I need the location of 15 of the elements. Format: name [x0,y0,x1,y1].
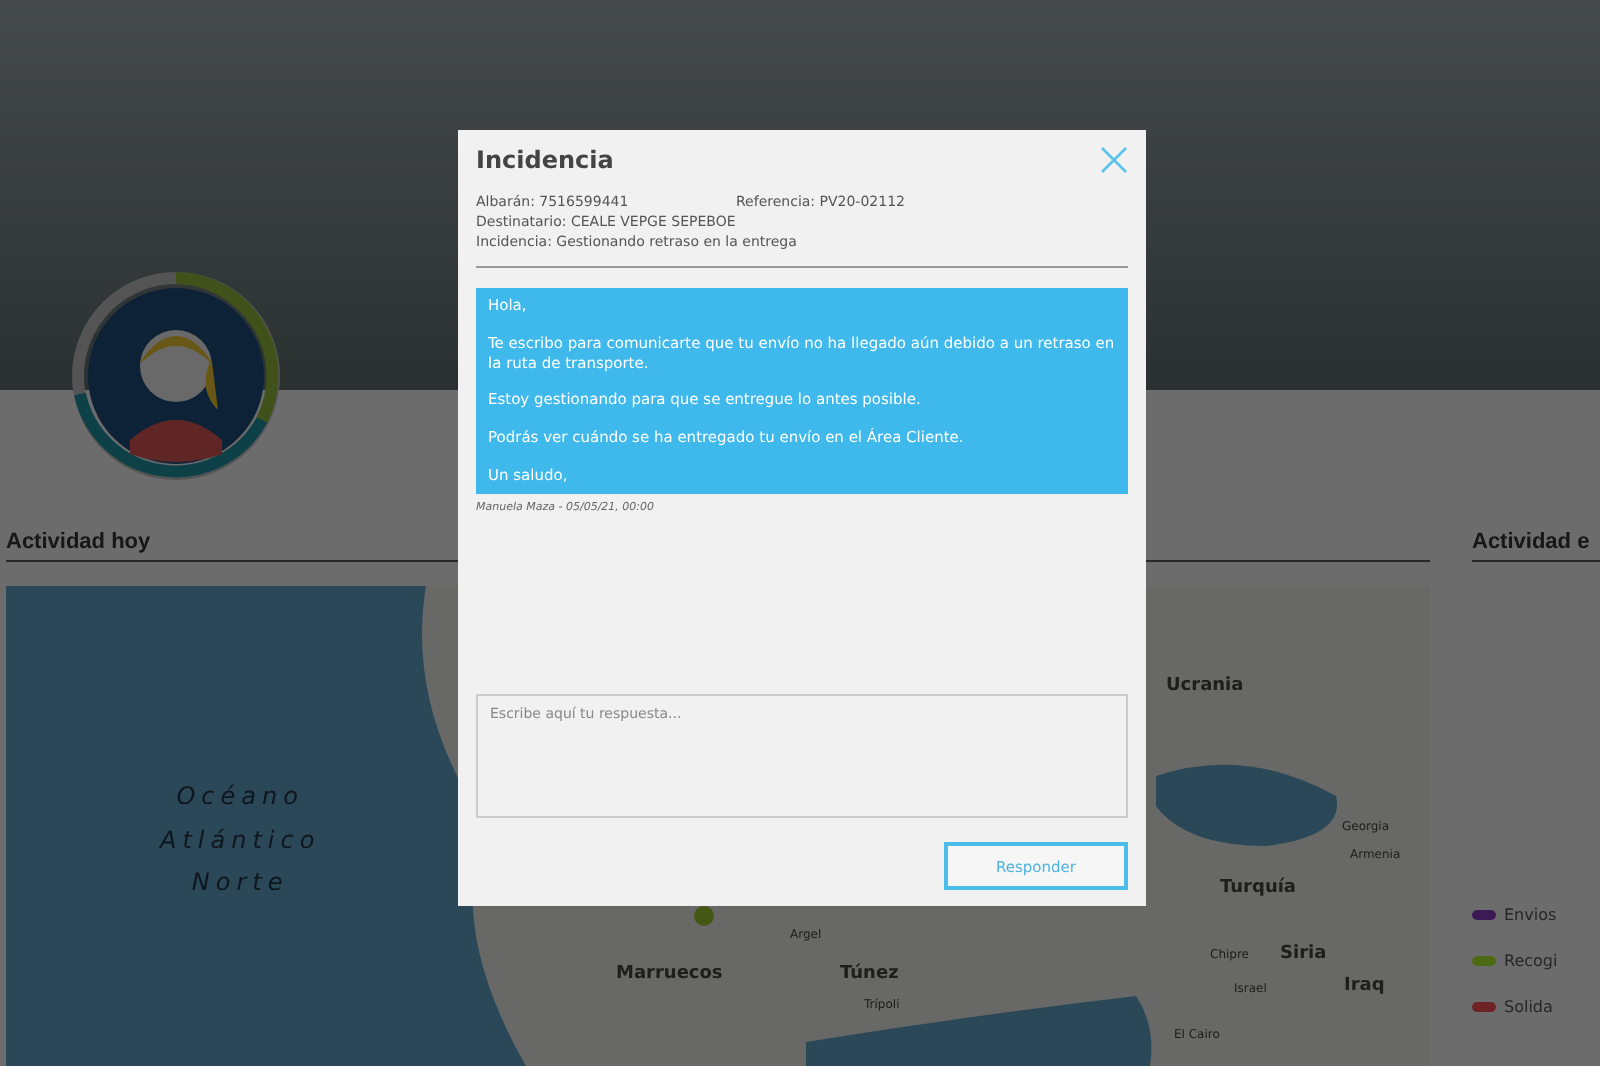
map-label: Iraq [1344,974,1385,1000]
dialog-title: Incidencia [476,146,614,174]
map-label: Océano Atlántico Norte [160,780,321,901]
legend-label: Envios [1504,906,1557,924]
map-label: Ucrania [1166,674,1244,700]
map-pin-icon [694,906,714,926]
map-label: Marruecos [616,962,723,988]
map-label: Túnez [840,961,899,988]
section-heading: Actividad e [1472,530,1600,562]
avatar-icon [70,270,282,482]
legend-label: Recogi [1504,952,1558,970]
map-label: Turquía [1220,875,1297,902]
legend-label: Solida [1504,998,1553,1016]
close-button[interactable] [1100,146,1128,174]
map-label: Siria [1280,942,1327,968]
